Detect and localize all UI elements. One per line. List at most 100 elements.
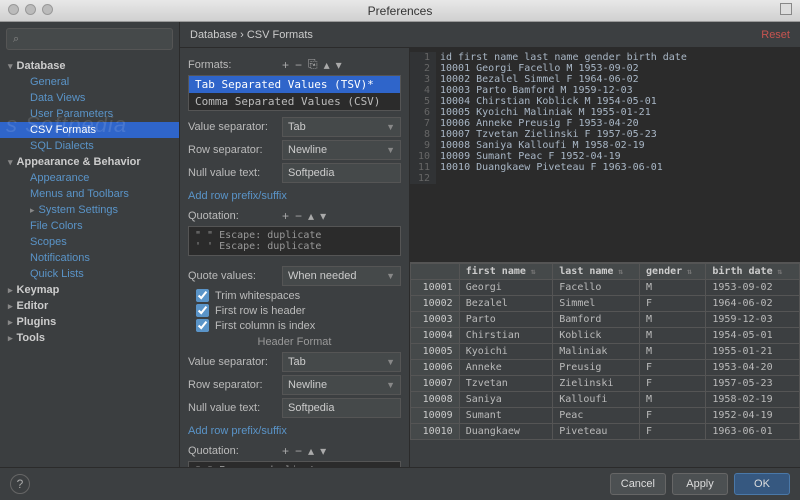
add-icon[interactable]: +: [282, 209, 289, 223]
h-value-sep-select[interactable]: Tab▼: [282, 352, 401, 372]
first-col-index-checkbox[interactable]: First column is index: [196, 319, 401, 332]
minimize-icon[interactable]: [25, 4, 36, 15]
down-icon[interactable]: ▾: [320, 209, 326, 223]
quote-values-select[interactable]: When needed▼: [282, 266, 401, 286]
chevron-down-icon: ▼: [386, 271, 395, 281]
tree-group-appearance-behavior[interactable]: Appearance & Behavior: [0, 154, 179, 170]
table-row[interactable]: 10005KyoichiMaliniakM1955-01-21: [411, 343, 800, 359]
tree-group-database[interactable]: Database: [0, 58, 179, 74]
tree-item-notifications[interactable]: Notifications: [0, 250, 179, 266]
value-separator-select[interactable]: Tab▼: [282, 117, 401, 137]
window-titlebar: Preferences: [0, 0, 800, 22]
add-prefix-suffix-link[interactable]: Add row prefix/suffix: [188, 190, 287, 202]
format-item[interactable]: Comma Separated Values (CSV): [189, 93, 400, 110]
tree-group-editor[interactable]: Editor: [0, 298, 179, 314]
tree-item-appearance[interactable]: Appearance: [0, 170, 179, 186]
tree-item-data-views[interactable]: Data Views: [0, 90, 179, 106]
search-input[interactable]: ⌕: [6, 28, 173, 50]
add-icon[interactable]: +: [282, 58, 289, 72]
column-header[interactable]: first name: [459, 263, 553, 279]
h-quotation-label: Quotation:: [188, 445, 278, 457]
column-header[interactable]: last name: [553, 263, 640, 279]
preview-panel: 1id first name last name gender birth da…: [410, 48, 800, 467]
remove-icon[interactable]: −: [295, 209, 302, 223]
quotation-row[interactable]: ' ' Escape: duplicate: [195, 241, 394, 252]
help-button[interactable]: ?: [10, 474, 30, 494]
up-icon[interactable]: ▴: [324, 58, 330, 72]
sidebar: ⌕ s Softpedia DatabaseGeneralData ViewsU…: [0, 22, 180, 467]
search-icon: ⌕: [13, 33, 19, 46]
cancel-button[interactable]: Cancel: [610, 473, 666, 495]
table-row[interactable]: 10010DuangkaewPiveteauF1963-06-01: [411, 423, 800, 439]
table-cell: Tzvetan: [459, 375, 553, 391]
table-cell: Saniya: [459, 391, 553, 407]
table-cell: Georgi: [459, 279, 553, 295]
down-icon[interactable]: ▾: [320, 444, 326, 458]
h-row-sep-select[interactable]: Newline▼: [282, 375, 401, 395]
table-cell: 1958-02-19: [706, 391, 800, 407]
quotation-list[interactable]: " " Escape: duplicate' ' Escape: duplica…: [188, 226, 401, 256]
up-icon[interactable]: ▴: [308, 209, 314, 223]
tree-item-quick-lists[interactable]: Quick Lists: [0, 266, 179, 282]
format-item[interactable]: Tab Separated Values (TSV)*: [189, 76, 400, 93]
table-cell: Preusig: [553, 359, 640, 375]
trim-whitespaces-checkbox[interactable]: Trim whitespaces: [196, 289, 401, 302]
table-row[interactable]: 10003PartoBamfordM1959-12-03: [411, 311, 800, 327]
table-cell: F: [640, 295, 706, 311]
up-icon[interactable]: ▴: [308, 444, 314, 458]
row-separator-select[interactable]: Newline▼: [282, 140, 401, 160]
column-header[interactable]: gender: [640, 263, 706, 279]
table-row[interactable]: 10007TzvetanZielinskiF1957-05-23: [411, 375, 800, 391]
tree-item-scopes[interactable]: Scopes: [0, 234, 179, 250]
raw-preview: 1id first name last name gender birth da…: [410, 48, 800, 262]
down-icon[interactable]: ▾: [336, 58, 342, 72]
remove-icon[interactable]: −: [295, 444, 302, 458]
table-row[interactable]: 10004ChirstianKoblickM1954-05-01: [411, 327, 800, 343]
table-cell: Koblick: [553, 327, 640, 343]
remove-icon[interactable]: −: [295, 58, 302, 72]
quotation-row[interactable]: " " Escape: duplicate: [195, 230, 394, 241]
raw-line: 1010009 Sumant Peac F 1952-04-19: [410, 151, 800, 162]
first-row-header-checkbox[interactable]: First row is header: [196, 304, 401, 317]
copy-icon[interactable]: ⎘: [308, 57, 318, 72]
raw-line: 810007 Tzvetan Zielinski F 1957-05-23: [410, 129, 800, 140]
preview-table[interactable]: first namelast namegenderbirth date10001…: [410, 263, 800, 440]
tree-item-csv-formats[interactable]: CSV Formats: [0, 122, 179, 138]
h-row-sep-label: Row separator:: [188, 379, 278, 391]
tree-item-file-colors[interactable]: File Colors: [0, 218, 179, 234]
table-cell: M: [640, 327, 706, 343]
formats-list[interactable]: Tab Separated Values (TSV)*Comma Separat…: [188, 75, 401, 111]
ok-button[interactable]: OK: [734, 473, 790, 495]
tree-item-user-parameters[interactable]: User Parameters: [0, 106, 179, 122]
h-quotation-list[interactable]: " " Escape: duplicate: [188, 461, 401, 467]
tree-item-menus-and-toolbars[interactable]: Menus and Toolbars: [0, 186, 179, 202]
table-row[interactable]: 10008SaniyaKalloufiM1958-02-19: [411, 391, 800, 407]
table-cell: M: [640, 343, 706, 359]
null-text-input[interactable]: Softpedia: [282, 163, 401, 183]
quotation-row[interactable]: " " Escape: duplicate: [195, 465, 394, 467]
zoom-icon[interactable]: [42, 4, 53, 15]
tree-group-plugins[interactable]: Plugins: [0, 314, 179, 330]
table-row[interactable]: 10001GeorgiFacelloM1953-09-02: [411, 279, 800, 295]
tree-item-general[interactable]: General: [0, 74, 179, 90]
reset-link[interactable]: Reset: [761, 29, 790, 41]
tree-group-tools[interactable]: Tools: [0, 330, 179, 346]
table-cell: Chirstian: [459, 327, 553, 343]
quotation-label: Quotation:: [188, 210, 278, 222]
window-max-icon[interactable]: [780, 3, 792, 15]
content-pane: Database › CSV Formats Reset Formats: + …: [180, 22, 800, 467]
table-cell: F: [640, 407, 706, 423]
apply-button[interactable]: Apply: [672, 473, 728, 495]
tree-group-keymap[interactable]: Keymap: [0, 282, 179, 298]
h-add-prefix-suffix-link[interactable]: Add row prefix/suffix: [188, 425, 287, 437]
h-null-input[interactable]: Softpedia: [282, 398, 401, 418]
close-icon[interactable]: [8, 4, 19, 15]
column-header[interactable]: birth date: [706, 263, 800, 279]
table-row[interactable]: 10002BezalelSimmelF1964-06-02: [411, 295, 800, 311]
tree-item-system-settings[interactable]: System Settings: [0, 202, 179, 218]
table-row[interactable]: 10009SumantPeacF1952-04-19: [411, 407, 800, 423]
table-row[interactable]: 10006AnnekePreusigF1953-04-20: [411, 359, 800, 375]
tree-item-sql-dialects[interactable]: SQL Dialects: [0, 138, 179, 154]
add-icon[interactable]: +: [282, 444, 289, 458]
table-cell: 1964-06-02: [706, 295, 800, 311]
